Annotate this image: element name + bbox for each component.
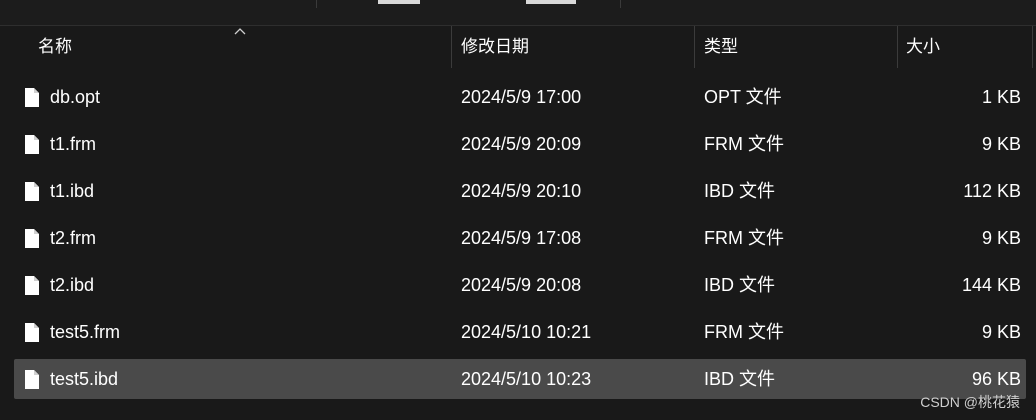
file-modified: 2024/5/10 10:21 [461, 322, 592, 342]
column-divider[interactable] [1032, 26, 1033, 68]
column-header-bar: 名称 修改日期 类型 大小 [0, 26, 1036, 68]
toolbar-button-fragment[interactable] [526, 0, 576, 4]
file-name: test5.ibd [50, 369, 119, 389]
file-modified: 2024/5/9 20:10 [461, 181, 582, 201]
file-icon [25, 229, 39, 248]
file-row[interactable]: test5.frm 2024/5/10 10:21 FRM 文件 9 KB [14, 312, 1026, 352]
column-header-size[interactable]: 大小 [906, 26, 940, 68]
file-name: db.opt [50, 87, 101, 107]
column-divider[interactable] [694, 26, 695, 68]
file-size: 1 KB [981, 87, 1021, 107]
file-name: test5.frm [50, 322, 121, 342]
file-type: IBD 文件 [704, 275, 776, 295]
file-size: 112 KB [963, 181, 1021, 201]
file-row-selected[interactable]: test5.ibd 2024/5/10 10:23 IBD 文件 96 KB [14, 359, 1026, 399]
watermark: CSDN @桃花猿 [920, 394, 1020, 410]
file-name: t2.ibd [50, 275, 95, 295]
file-size: 9 KB [981, 134, 1021, 154]
file-type: FRM 文件 [704, 322, 784, 342]
file-row[interactable]: t2.ibd 2024/5/9 20:08 IBD 文件 144 KB [14, 265, 1026, 305]
file-row[interactable]: t2.frm 2024/5/9 17:08 FRM 文件 9 KB [14, 218, 1026, 258]
file-modified: 2024/5/9 20:09 [461, 134, 582, 154]
column-divider[interactable] [451, 26, 452, 68]
sort-ascending-icon [234, 28, 246, 35]
file-explorer-window: 名称 修改日期 类型 大小 db.opt 2024/5/9 17:00 OPT … [0, 0, 1036, 420]
file-size: 9 KB [981, 228, 1021, 248]
file-modified: 2024/5/9 20:08 [461, 275, 582, 295]
file-name: t1.ibd [50, 181, 95, 201]
file-row[interactable]: t1.ibd 2024/5/9 20:10 IBD 文件 112 KB [14, 171, 1026, 211]
toolbar-separator [316, 0, 317, 8]
file-type: FRM 文件 [704, 134, 784, 154]
file-icon [25, 276, 39, 295]
file-size: 144 KB [961, 275, 1021, 295]
file-name: t1.frm [50, 134, 97, 154]
column-header-type[interactable]: 类型 [704, 26, 738, 68]
file-row[interactable]: t1.frm 2024/5/9 20:09 FRM 文件 9 KB [14, 124, 1026, 164]
toolbar [0, 0, 1036, 26]
file-icon [25, 323, 39, 342]
toolbar-separator [620, 0, 621, 8]
file-icon [25, 135, 39, 154]
column-divider[interactable] [897, 26, 898, 68]
file-icon [25, 182, 39, 201]
file-modified: 2024/5/9 17:00 [461, 87, 582, 107]
file-size: 9 KB [981, 322, 1021, 342]
toolbar-button-fragment[interactable] [378, 0, 420, 4]
file-icon [25, 370, 39, 389]
file-type: IBD 文件 [704, 181, 776, 201]
column-header-modified[interactable]: 修改日期 [461, 26, 529, 68]
file-row[interactable]: db.opt 2024/5/9 17:00 OPT 文件 1 KB [14, 77, 1026, 117]
file-name: t2.frm [50, 228, 97, 248]
file-icon [25, 88, 39, 107]
file-modified: 2024/5/9 17:08 [461, 228, 582, 248]
file-type: IBD 文件 [704, 369, 776, 389]
file-type: FRM 文件 [704, 228, 784, 248]
file-modified: 2024/5/10 10:23 [461, 369, 592, 389]
file-type: OPT 文件 [704, 87, 782, 107]
column-header-name[interactable]: 名称 [38, 26, 72, 68]
